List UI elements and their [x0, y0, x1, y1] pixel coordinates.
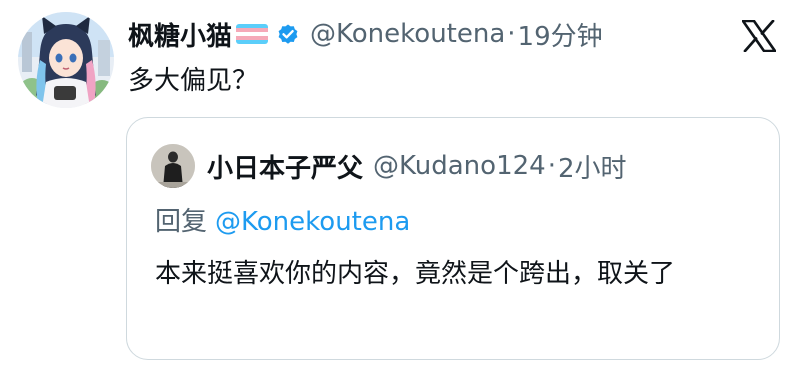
- display-name[interactable]: 枫糖小猫: [128, 16, 232, 53]
- quoted-header: 小日本子严父 @Kudano124 · 2小时: [207, 146, 627, 186]
- reply-mention-link[interactable]: @Konekoutena: [215, 207, 410, 237]
- reply-prefix: 回复: [155, 207, 208, 237]
- quoted-separator-dot: ·: [547, 151, 556, 181]
- quoted-user-handle[interactable]: @Kudano124: [373, 151, 546, 181]
- avatar[interactable]: [18, 12, 114, 108]
- tweet-header: 枫糖小猫 @Konekoutena · 19分钟: [128, 14, 603, 54]
- tweet-text: 多大偏见？: [128, 66, 259, 96]
- x-logo-icon: [741, 19, 777, 53]
- timestamp[interactable]: 19分钟: [518, 16, 603, 53]
- transgender-flag-icon: [236, 24, 269, 44]
- reply-context: 回复 @Konekoutena: [155, 201, 410, 238]
- quoted-tweet-text: 本来挺喜欢你的内容，竟然是个跨出，取关了: [155, 259, 676, 289]
- quoted-display-name[interactable]: 小日本子严父: [207, 148, 363, 185]
- verified-badge-icon: [276, 22, 300, 46]
- user-handle[interactable]: @Konekoutena: [310, 19, 505, 49]
- quoted-timestamp[interactable]: 2小时: [558, 148, 627, 185]
- quoted-tweet-card[interactable]: 小日本子严父 @Kudano124 · 2小时 回复 @Konekoutena 本…: [126, 117, 780, 360]
- separator-dot: ·: [507, 19, 516, 49]
- quoted-avatar[interactable]: [151, 144, 195, 188]
